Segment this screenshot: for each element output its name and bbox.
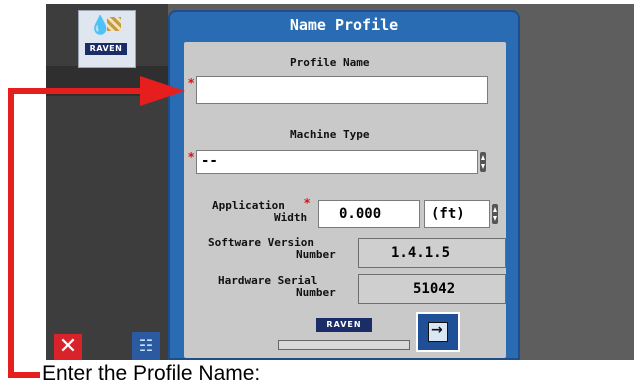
raven-footer-logo: RAVEN [316,318,372,332]
application-width-value: 0.000 [339,206,382,222]
application-width-unit-select[interactable]: (ft) [424,200,490,228]
unit-spinner-icon[interactable] [492,204,498,224]
close-icon: ✕ [58,334,78,359]
machine-type-value: -- [201,153,218,169]
annotation-caption: Enter the Profile Name: [42,362,261,385]
profile-name-required-mark: * [188,76,195,90]
route-icon: ☷ [138,336,154,355]
profile-name-input[interactable] [196,76,488,104]
application-width-label-line2: Width [274,211,308,224]
machine-type-select[interactable]: -- [196,150,478,174]
dialog-title: Name Profile [289,16,399,34]
machine-type-required-mark: * [188,150,195,164]
application-width-input[interactable]: 0.000 [318,200,420,228]
hardware-serial-field: 51042 [358,274,506,304]
field-grid-icon [107,17,121,31]
hardware-serial-value: 51042 [413,281,456,297]
application-width-unit: (ft) [431,206,465,222]
annotation-arrow-shaft-vertical [8,90,14,378]
annotation-arrow-foot [8,372,40,378]
annotation-arrow-head [140,76,185,106]
route-button[interactable]: ☷ [132,332,160,360]
application-width-required-mark: * [304,196,311,210]
software-version-label-line2: Number [296,248,336,261]
hardware-serial-label-line2: Number [296,286,336,299]
machine-type-spinner-icon[interactable] [480,152,486,172]
profile-name-label: Profile Name [290,56,370,69]
progress-bar [278,340,410,350]
close-button[interactable]: ✕ [54,334,82,360]
raven-logo: RAVEN [85,43,127,55]
annotation-arrow-shaft-horizontal [8,88,143,94]
machine-type-label: Machine Type [290,128,370,141]
next-button[interactable] [416,312,460,352]
raven-app-tile[interactable]: 💧 RAVEN [78,10,136,68]
next-page-icon [428,322,448,342]
software-version-field: 1.4.1.5 [358,238,506,268]
software-version-value: 1.4.1.5 [391,245,451,261]
